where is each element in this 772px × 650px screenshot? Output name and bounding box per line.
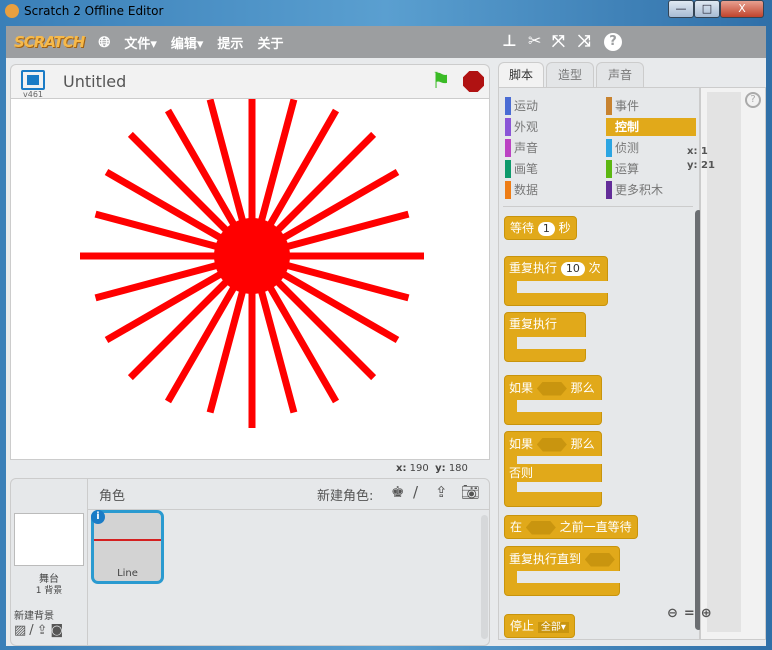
backdrop-tools-icons[interactable]: ▨/⇪◙ — [14, 623, 66, 638]
sprite-x-readout: x: 1 — [687, 146, 708, 157]
backdrop-count: 1 背景 — [35, 586, 63, 596]
new-backdrop-label: 新建背景 — [14, 611, 54, 622]
block-forever[interactable]: 重复执行 — [504, 312, 587, 362]
category-3[interactable]: 控制 — [606, 118, 696, 136]
close-button[interactable]: X — [720, 0, 764, 18]
sprite-thumbnail-line[interactable]: i Line — [91, 510, 164, 584]
sprites-header: 角色 — [99, 489, 126, 504]
sprite-name: Line — [117, 568, 138, 579]
scripts-area[interactable]: x: 1 y: 21 ? ⊖=⊕ — [667, 87, 766, 640]
block-wait-until[interactable]: 在 之前一直等待 — [504, 515, 638, 539]
menu-file[interactable]: 文件▾ — [124, 33, 157, 52]
shrink-icon[interactable]: ⤨ — [578, 31, 591, 51]
block-stop[interactable]: 停止 全部▾ — [504, 614, 575, 638]
maximize-button[interactable]: □ — [694, 0, 720, 18]
sprite-pane: 角色 新建角色: ♚ / ⇪ 📷︎ 舞台 1 背景 新建背景 ▨/⇪◙ i Li… — [10, 478, 490, 646]
block-if-else[interactable]: 如果 那么 否则 — [504, 431, 603, 507]
sprite-y-readout: y: 21 — [687, 160, 715, 171]
title-bar: Scratch 2 Offline Editor — □ X — [0, 0, 772, 24]
tab-sounds[interactable]: 声音 — [596, 62, 644, 88]
block-repeat-until[interactable]: 重复执行直到 — [504, 546, 621, 596]
green-flag-icon[interactable]: ⚑ — [431, 69, 451, 94]
grow-icon[interactable]: ⤧ — [552, 31, 565, 51]
new-sprite-label: 新建角色: — [317, 489, 374, 504]
cut-scissors-icon[interactable]: ✂ — [528, 31, 541, 50]
menu-tips[interactable]: 提示 — [217, 33, 243, 52]
app-icon — [5, 4, 19, 18]
menu-bar: SCRATCH 🌐︎ 文件▾ 编辑▾ 提示 关于 ⊥ ✂ ⤧ ⤨ ? — [6, 26, 766, 58]
tab-scripts[interactable]: 脚本 — [498, 62, 544, 88]
category-4[interactable]: 声音 — [505, 139, 538, 157]
category-0[interactable]: 运动 — [505, 97, 538, 115]
stage-header: v461 Untitled ⚑ — [10, 64, 490, 100]
help-icon[interactable]: ? — [604, 33, 622, 51]
upload-icon[interactable]: ⇪ — [435, 483, 448, 501]
starburst-drawing — [80, 84, 424, 428]
stage-thumbnail[interactable] — [14, 513, 84, 566]
burst-center — [214, 218, 290, 294]
block-wait[interactable]: 等待 1 秒 — [504, 216, 577, 240]
category-9[interactable]: 更多积木 — [606, 181, 663, 199]
sprite-scrollbar[interactable] — [481, 515, 488, 639]
stage-canvas[interactable] — [10, 84, 490, 460]
category-1[interactable]: 事件 — [606, 97, 639, 115]
block-repeat[interactable]: 重复执行 10 次 — [504, 256, 609, 306]
menu-about[interactable]: 关于 — [257, 33, 283, 52]
info-icon[interactable]: i — [91, 510, 105, 524]
duplicate-stamp-icon[interactable]: ⊥ — [502, 31, 517, 50]
category-8[interactable]: 数据 — [505, 181, 538, 199]
category-7[interactable]: 运算 — [606, 160, 639, 178]
scratch-logo[interactable]: SCRATCH — [14, 33, 85, 51]
category-2[interactable]: 外观 — [505, 118, 538, 136]
project-title-input[interactable]: Untitled — [63, 72, 126, 91]
globe-icon[interactable]: 🌐︎ — [98, 33, 110, 51]
zoom-controls[interactable]: ⊖=⊕ — [667, 606, 718, 621]
category-5[interactable]: 侦测 — [606, 139, 639, 157]
paint-brush-icon[interactable]: / — [413, 483, 418, 501]
help-icon[interactable]: ? — [745, 92, 761, 108]
menu-edit[interactable]: 编辑▾ — [171, 33, 204, 52]
tab-costumes[interactable]: 造型 — [546, 62, 594, 88]
mouse-coordinates: x: 190 y: 180 — [396, 463, 468, 474]
minimize-button[interactable]: — — [668, 0, 694, 18]
stop-icon[interactable] — [463, 71, 484, 92]
block-if[interactable]: 如果 那么 — [504, 375, 603, 425]
sprite-library-icon[interactable]: ♚ — [391, 483, 404, 501]
presentation-mode-icon[interactable] — [21, 70, 45, 90]
category-6[interactable]: 画笔 — [505, 160, 538, 178]
block-palette: 运动 事件 外观 控制 声音 侦测 画笔 运算 数据 更多积木 等待 1 秒 重复执行 10 次 … — [498, 87, 702, 640]
window-title: Scratch 2 Offline Editor — [24, 4, 164, 18]
stop-dropdown[interactable]: 全部▾ — [537, 622, 569, 633]
camera-icon[interactable]: 📷︎ — [461, 483, 480, 501]
